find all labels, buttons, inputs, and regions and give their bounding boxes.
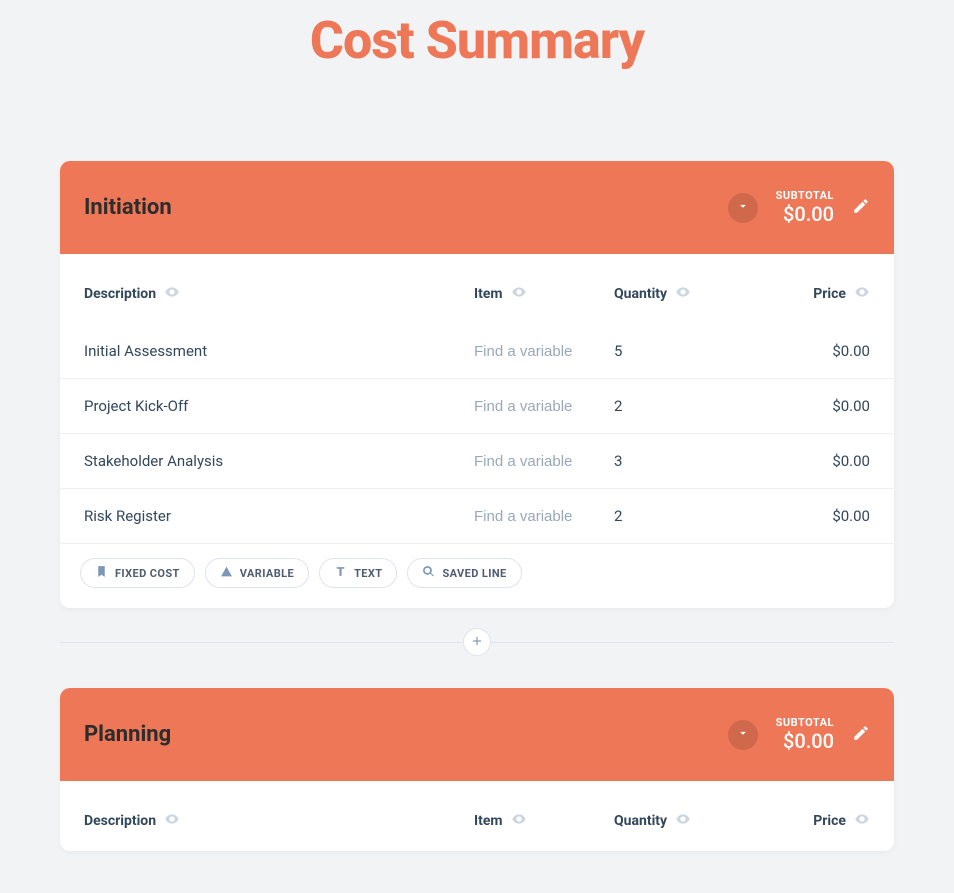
column-header-quantity: Quantity	[614, 284, 744, 304]
item-input[interactable]	[474, 398, 584, 415]
section-header: Planning SUBTOTAL $0.00	[60, 688, 894, 781]
column-header-price: Price	[744, 811, 870, 831]
eye-icon	[164, 811, 180, 831]
visibility-toggle[interactable]	[854, 811, 870, 831]
column-header-description: Description	[84, 811, 474, 831]
cell-item	[474, 342, 614, 360]
eye-icon	[854, 284, 870, 304]
column-header-label: Quantity	[614, 286, 667, 302]
cell-item	[474, 507, 614, 525]
table-header: Description Item Quantity Price	[60, 254, 894, 324]
action-pills: FIXED COST VARIABLE TEXT SAVED LINE	[60, 544, 894, 608]
cell-description: Risk Register	[84, 507, 474, 525]
visibility-toggle[interactable]	[164, 811, 180, 831]
cell-quantity: 2	[614, 507, 744, 525]
chevron-down-icon	[736, 198, 750, 217]
column-header-label: Price	[813, 286, 846, 302]
cell-price: $0.00	[744, 507, 870, 525]
pill-label: FIXED COST	[115, 567, 180, 580]
column-header-label: Item	[474, 813, 503, 829]
item-input[interactable]	[474, 343, 584, 360]
visibility-toggle[interactable]	[675, 284, 691, 304]
eye-icon	[164, 284, 180, 304]
table-header: Description Item Quantity Price	[60, 781, 894, 851]
column-header-description: Description	[84, 284, 474, 304]
variable-button[interactable]: VARIABLE	[205, 558, 309, 588]
text-icon	[334, 565, 347, 581]
saved-line-button[interactable]: SAVED LINE	[407, 558, 521, 588]
pencil-icon	[852, 727, 870, 746]
subtotal-block: SUBTOTAL $0.00	[776, 716, 834, 753]
pencil-icon	[852, 200, 870, 219]
bookmark-icon	[95, 565, 108, 581]
column-header-label: Price	[813, 813, 846, 829]
table-row: Project Kick-Off 2 $0.00	[60, 379, 894, 434]
collapse-button[interactable]	[728, 193, 758, 223]
edit-button[interactable]	[852, 197, 870, 219]
plus-icon	[470, 633, 484, 652]
collapse-button[interactable]	[728, 720, 758, 750]
subtotal-value: $0.00	[776, 202, 834, 226]
subtotal-block: SUBTOTAL $0.00	[776, 189, 834, 226]
edit-button[interactable]	[852, 724, 870, 746]
cell-quantity: 2	[614, 397, 744, 415]
visibility-toggle[interactable]	[675, 811, 691, 831]
section-card-initiation: Initiation SUBTOTAL $0.00 Description It…	[60, 161, 894, 608]
table-row: Stakeholder Analysis 3 $0.00	[60, 434, 894, 489]
cell-description: Initial Assessment	[84, 342, 474, 360]
column-header-label: Description	[84, 286, 156, 302]
column-header-label: Description	[84, 813, 156, 829]
cell-quantity: 3	[614, 452, 744, 470]
add-section-button[interactable]	[463, 628, 491, 656]
chevron-down-icon	[736, 725, 750, 744]
pill-label: TEXT	[354, 567, 382, 580]
cell-description: Stakeholder Analysis	[84, 452, 474, 470]
section-title: Initiation	[84, 195, 728, 220]
eye-icon	[511, 284, 527, 304]
visibility-toggle[interactable]	[164, 284, 180, 304]
subtotal-value: $0.00	[776, 729, 834, 753]
visibility-toggle[interactable]	[854, 284, 870, 304]
eye-icon	[511, 811, 527, 831]
search-icon	[422, 565, 435, 581]
table-row: Risk Register 2 $0.00	[60, 489, 894, 544]
page-title: Cost Summary	[0, 0, 954, 131]
visibility-toggle[interactable]	[511, 811, 527, 831]
section-title: Planning	[84, 722, 728, 747]
item-input[interactable]	[474, 453, 584, 470]
eye-icon	[854, 811, 870, 831]
subtotal-label: SUBTOTAL	[776, 716, 834, 729]
cell-price: $0.00	[744, 342, 870, 360]
cell-price: $0.00	[744, 452, 870, 470]
section-header: Initiation SUBTOTAL $0.00	[60, 161, 894, 254]
eye-icon	[675, 811, 691, 831]
subtotal-label: SUBTOTAL	[776, 189, 834, 202]
eye-icon	[675, 284, 691, 304]
pill-label: VARIABLE	[240, 567, 294, 580]
text-button[interactable]: TEXT	[319, 558, 397, 588]
column-header-label: Item	[474, 286, 503, 302]
column-header-quantity: Quantity	[614, 811, 744, 831]
section-card-planning: Planning SUBTOTAL $0.00 Description Item	[60, 688, 894, 851]
triangle-icon	[220, 565, 233, 581]
column-header-item: Item	[474, 811, 614, 831]
table-row: Initial Assessment 5 $0.00	[60, 324, 894, 379]
section-divider	[60, 626, 894, 658]
column-header-label: Quantity	[614, 813, 667, 829]
cell-quantity: 5	[614, 342, 744, 360]
fixed-cost-button[interactable]: FIXED COST	[80, 558, 195, 588]
visibility-toggle[interactable]	[511, 284, 527, 304]
column-header-item: Item	[474, 284, 614, 304]
cell-description: Project Kick-Off	[84, 397, 474, 415]
pill-label: SAVED LINE	[442, 567, 506, 580]
cell-item	[474, 452, 614, 470]
column-header-price: Price	[744, 284, 870, 304]
item-input[interactable]	[474, 508, 584, 525]
cell-price: $0.00	[744, 397, 870, 415]
cell-item	[474, 397, 614, 415]
